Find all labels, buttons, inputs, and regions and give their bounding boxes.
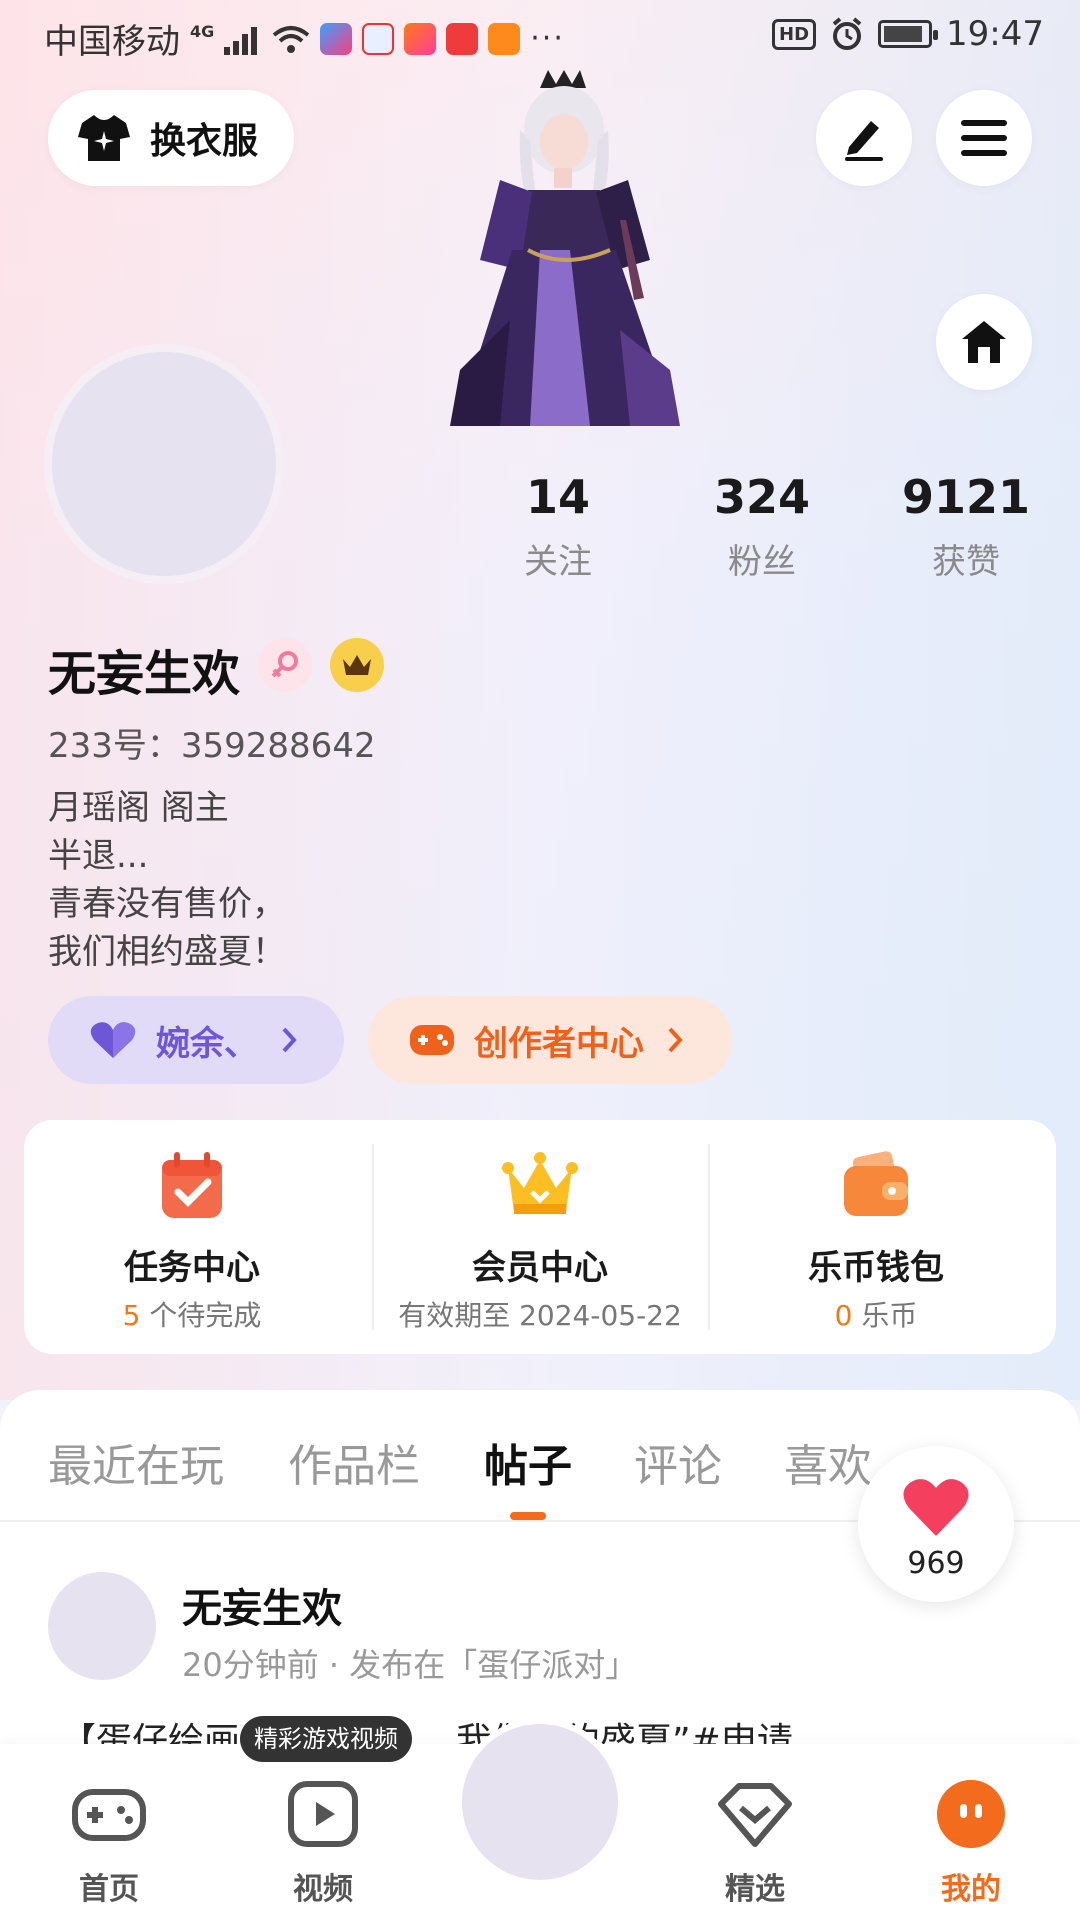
tab-posts[interactable]: 帖子 — [484, 1430, 572, 1494]
task-center[interactable]: 任务中心 5 个待完成 — [24, 1120, 360, 1354]
stat-likes[interactable]: 9121 获赞 — [876, 470, 1056, 583]
chevron-right-icon — [668, 1027, 683, 1053]
female-gender-badge — [258, 638, 312, 692]
creator-center-label: 创作者中心 — [474, 1023, 644, 1064]
hamburger-icon — [961, 120, 1007, 156]
stat-followers[interactable]: 324 粉丝 — [672, 470, 852, 583]
profile-name: 无妄生欢 — [48, 646, 241, 702]
coin-wallet-title: 乐币钱包 — [808, 1248, 944, 1288]
nav-video-label: 视频 — [293, 1872, 353, 1907]
vip-crown-badge[interactable] — [330, 638, 384, 692]
nav-mine-label: 我的 — [941, 1872, 1001, 1907]
app-notif-icon — [362, 22, 395, 55]
app-notif-icon — [404, 22, 437, 55]
nav-mine[interactable]: 我的 — [896, 1774, 1046, 1908]
home-button[interactable] — [936, 294, 1032, 390]
coin-unit: 乐币 — [852, 1299, 918, 1332]
task-pending-count: 5 — [122, 1299, 141, 1332]
post-author-name[interactable]: 无妄生欢 — [182, 1576, 342, 1634]
network-label: 4G — [190, 22, 215, 41]
services-card: 任务中心 5 个待完成 会员中心 有效期至 2024-05-22 乐币钱包 0 … — [24, 1120, 1056, 1354]
nav-home[interactable]: 首页 — [34, 1774, 184, 1908]
stat-following[interactable]: 14 关注 — [468, 470, 648, 583]
clock: 19:47 — [946, 14, 1044, 54]
profile-bio: 月瑶阁 阁主 半退... 青春没有售价， 我们相约盛夏！ — [48, 784, 286, 976]
home-icon — [962, 321, 1006, 363]
stat-following-count: 14 — [525, 470, 590, 524]
chevron-right-icon — [282, 1027, 297, 1053]
pencil-icon — [845, 121, 883, 161]
female-icon — [271, 651, 298, 678]
edit-button[interactable] — [816, 90, 912, 186]
stat-likes-label: 获赞 — [932, 542, 1000, 582]
app-notif-icon — [320, 22, 353, 55]
task-pending-label: 个待完成 — [140, 1299, 262, 1332]
menu-button[interactable] — [936, 90, 1032, 186]
nav-featured[interactable]: 精选 — [680, 1774, 830, 1908]
tab-recent-played[interactable]: 最近在玩 — [48, 1430, 224, 1494]
tab-comments[interactable]: 评论 — [634, 1430, 722, 1494]
gamepad-icon — [72, 1789, 146, 1841]
center-avatar-button[interactable] — [456, 1718, 624, 1886]
floating-like-button[interactable]: 969 — [858, 1446, 1014, 1602]
stat-likes-count: 9121 — [901, 470, 1031, 524]
video-icon — [288, 1781, 358, 1847]
coin-balance: 0 — [834, 1299, 853, 1332]
calendar-check-icon — [162, 1152, 222, 1218]
vip-center[interactable]: 会员中心 有效期至 2024-05-22 — [372, 1120, 708, 1354]
guild-name: 婉余、 — [156, 1023, 258, 1064]
stat-following-label: 关注 — [524, 542, 592, 582]
more-notifs: ··· — [530, 21, 565, 56]
crown-icon — [343, 655, 371, 675]
carrier-label: 中国移动 — [44, 22, 180, 62]
post-author-avatar[interactable] — [48, 1572, 156, 1680]
like-count: 969 — [907, 1546, 965, 1581]
gamepad-icon — [410, 1025, 454, 1055]
task-center-title: 任务中心 — [124, 1248, 260, 1288]
tab-works[interactable]: 作品栏 — [288, 1430, 420, 1494]
tab-likes[interactable]: 喜欢 — [784, 1430, 872, 1494]
nav-video[interactable]: 视频 — [248, 1774, 398, 1908]
creator-center-button[interactable]: 创作者中心 — [368, 996, 732, 1084]
wifi-icon — [272, 25, 310, 53]
vip-center-title: 会员中心 — [472, 1248, 608, 1288]
stat-followers-label: 粉丝 — [728, 542, 796, 582]
guild-pill-button[interactable]: 婉余、 — [48, 996, 344, 1084]
change-outfit-button[interactable]: 换衣服 — [48, 90, 294, 186]
profile-face-icon — [937, 1780, 1005, 1848]
change-outfit-label: 换衣服 — [150, 121, 259, 162]
coin-wallet[interactable]: 乐币钱包 0 乐币 — [708, 1120, 1044, 1354]
status-bar: 中国移动 4G ··· HD 19:47 — [0, 0, 1080, 76]
hd-badge: HD — [772, 18, 817, 50]
active-tab-indicator — [510, 1512, 546, 1520]
app-notif-icon — [488, 22, 521, 55]
user-id: 233号：359288642 — [48, 726, 376, 766]
coin-wallet-sub: 0 乐币 — [708, 1294, 1044, 1334]
battery-icon — [878, 20, 939, 48]
app-notif-icon — [446, 22, 479, 55]
profile-avatar[interactable] — [44, 344, 284, 584]
stat-followers-count: 324 — [713, 470, 811, 524]
nav-featured-label: 精选 — [725, 1872, 785, 1907]
task-center-sub: 5 个待完成 — [24, 1294, 360, 1334]
wallet-icon — [844, 1151, 908, 1216]
heart-icon — [903, 1479, 969, 1536]
avatar-character-image[interactable] — [420, 70, 720, 426]
post-meta: 20分钟前 · 发布在「蛋仔派对」 — [182, 1646, 638, 1684]
nav-home-label: 首页 — [79, 1872, 139, 1907]
signal-icon — [224, 23, 262, 55]
heart-gem-icon — [718, 1783, 792, 1847]
vip-expiry: 有效期至 2024-05-22 — [398, 1299, 682, 1332]
bio-line: 我们相约盛夏！ — [48, 932, 286, 972]
bio-line: 青春没有售价， — [48, 884, 286, 924]
bio-line: 月瑶阁 阁主 — [48, 788, 229, 828]
alarm-icon — [832, 17, 862, 50]
bio-line: 半退... — [48, 836, 149, 876]
crown-icon — [502, 1152, 578, 1214]
shirt-icon — [78, 115, 130, 161]
heart-icon — [90, 1022, 136, 1058]
video-tooltip: 精彩游戏视频 — [240, 1716, 412, 1762]
